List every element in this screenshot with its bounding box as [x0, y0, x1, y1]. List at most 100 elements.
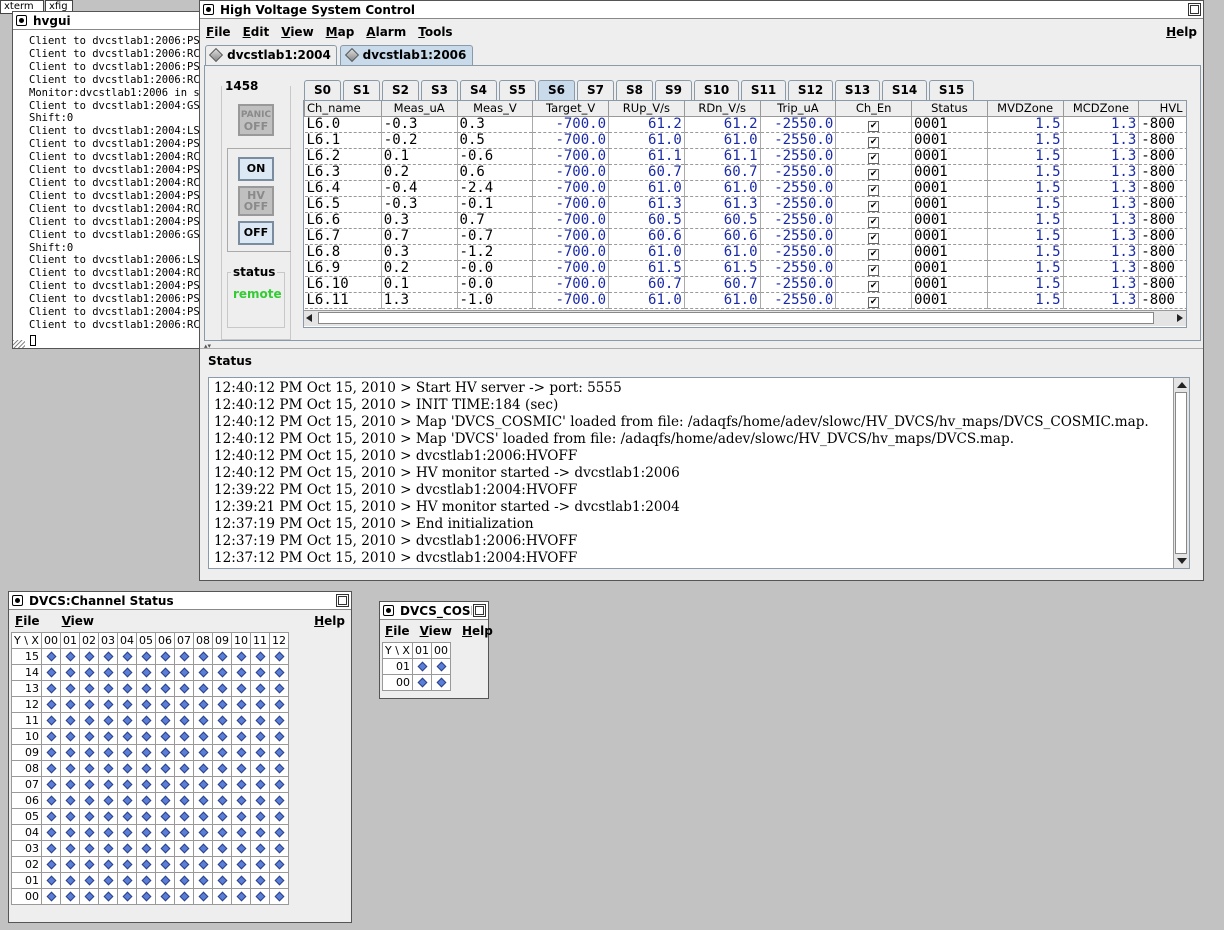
hv-off-button[interactable]: HV OFF — [238, 186, 274, 216]
checkbox-icon[interactable]: ✔ — [868, 120, 880, 131]
channel-cell[interactable] — [212, 872, 232, 889]
table-cell[interactable]: L6.10 — [304, 276, 382, 293]
table-cell[interactable]: 1.3 — [1063, 244, 1140, 261]
column-header[interactable]: Ch_En — [835, 101, 913, 117]
table-cell[interactable]: 61.1 — [684, 148, 761, 165]
table-cell[interactable]: 61.0 — [608, 244, 685, 261]
channel-cell[interactable] — [269, 728, 289, 745]
table-cell[interactable]: 1.3 — [1063, 292, 1140, 309]
channel-cell[interactable] — [41, 680, 61, 697]
table-cell[interactable]: 1.5 — [987, 132, 1064, 149]
channel-cell[interactable] — [98, 680, 118, 697]
scroll-down-icon[interactable] — [1177, 558, 1187, 564]
checkbox-icon[interactable]: ✔ — [868, 280, 880, 291]
split-arrows-icon[interactable]: ▴▾ — [204, 342, 211, 350]
checkbox-icon[interactable]: ✔ — [868, 152, 880, 163]
channel-cell[interactable] — [193, 760, 213, 777]
menu-tools[interactable]: Tools — [418, 25, 452, 39]
channel-cell[interactable] — [174, 680, 194, 697]
tab-slot-s0[interactable]: S0 — [304, 80, 341, 100]
channel-cell[interactable] — [250, 856, 270, 873]
table-cell[interactable]: 0.7 — [457, 212, 534, 229]
channel-cell[interactable] — [212, 792, 232, 809]
channel-enable-checkbox[interactable]: ✔ — [835, 164, 913, 181]
tab-host-2006[interactable]: dvcstlab1:2006 — [340, 45, 473, 65]
table-cell[interactable]: L6.6 — [304, 212, 382, 229]
channel-cell[interactable] — [136, 792, 156, 809]
tab-slot-s10[interactable]: S10 — [694, 80, 739, 100]
channel-cell[interactable] — [136, 872, 156, 889]
channel-cell[interactable] — [269, 712, 289, 729]
menu-help[interactable]: Help — [314, 614, 345, 628]
channel-cell[interactable] — [136, 856, 156, 873]
hscroll-thumb[interactable] — [318, 312, 1154, 324]
table-cell[interactable]: -800 — [1138, 276, 1186, 293]
table-row[interactable]: L6.4 -0.4 -2.4 -700.0 61.0 61.0 -2550.0 ✔ 0001 1.… — [304, 180, 1186, 197]
channel-cell[interactable] — [98, 696, 118, 713]
table-cell[interactable]: 1.5 — [987, 292, 1064, 309]
channel-cell[interactable] — [174, 648, 194, 665]
window-menu-icon[interactable] — [203, 4, 214, 15]
table-cell[interactable]: 1.5 — [987, 276, 1064, 293]
channel-cell[interactable] — [193, 792, 213, 809]
channel-enable-checkbox[interactable]: ✔ — [835, 228, 913, 245]
channel-cell[interactable] — [250, 680, 270, 697]
table-cell[interactable]: 0.1 — [381, 148, 458, 165]
channel-cell[interactable] — [117, 808, 137, 825]
channel-cell[interactable] — [231, 680, 251, 697]
table-cell[interactable]: 0.1 — [381, 276, 458, 293]
channel-cell[interactable] — [231, 792, 251, 809]
tab-slot-s3[interactable]: S3 — [421, 80, 458, 100]
channel-cell[interactable] — [117, 744, 137, 761]
channel-enable-checkbox[interactable]: ✔ — [835, 132, 913, 149]
channel-cell[interactable] — [41, 872, 61, 889]
channel-cell[interactable] — [155, 744, 175, 761]
channel-cell[interactable] — [79, 664, 99, 681]
menu-file[interactable]: File — [385, 624, 410, 638]
channel-cell[interactable] — [231, 888, 251, 905]
channel-cell[interactable] — [269, 648, 289, 665]
panic-off-button[interactable]: PANIC OFF — [238, 104, 274, 136]
channel-cell[interactable] — [193, 664, 213, 681]
channel-cell[interactable] — [79, 680, 99, 697]
table-cell[interactable]: 1.3 — [1063, 148, 1140, 165]
table-row[interactable]: L6.1 -0.2 0.5 -700.0 61.0 61.0 -2550.0 ✔ 0001 1.5… — [304, 132, 1186, 149]
table-cell[interactable]: 0001 — [911, 260, 988, 277]
channel-cell[interactable] — [155, 760, 175, 777]
channel-cell[interactable] — [79, 872, 99, 889]
table-cell[interactable]: -700.0 — [532, 276, 610, 293]
table-cell[interactable]: 1.3 — [1063, 276, 1140, 293]
table-cell[interactable]: 0.5 — [457, 132, 534, 149]
channel-cell[interactable] — [269, 744, 289, 761]
table-cell[interactable]: 61.0 — [608, 180, 685, 197]
table-cell[interactable]: 0001 — [911, 244, 988, 261]
channel-cell[interactable] — [250, 760, 270, 777]
table-cell[interactable]: L6.5 — [304, 196, 382, 213]
hvgui-title-bar[interactable]: hvgui — [13, 12, 199, 30]
channel-cell[interactable] — [136, 824, 156, 841]
tab-slot-s15[interactable]: S15 — [929, 80, 974, 100]
table-row[interactable]: L6.3 0.2 0.6 -700.0 60.7 60.7 -2550.0 ✔ 0001 1.5 1… — [304, 164, 1186, 181]
menu-file[interactable]: File — [206, 25, 231, 39]
tab-host-2004[interactable]: dvcstlab1:2004 — [205, 45, 337, 65]
channel-cell[interactable] — [98, 712, 118, 729]
channel-cell[interactable] — [117, 664, 137, 681]
table-cell[interactable]: 60.5 — [684, 212, 761, 229]
channel-cell[interactable] — [155, 824, 175, 841]
table-cell[interactable]: -2550.0 — [760, 180, 837, 197]
table-cell[interactable]: 61.0 — [684, 180, 761, 197]
checkbox-icon[interactable]: ✔ — [868, 216, 880, 227]
table-cell[interactable]: 0.3 — [381, 212, 458, 229]
table-cell[interactable]: -800 — [1138, 292, 1186, 309]
tab-slot-s13[interactable]: S13 — [835, 80, 880, 100]
channel-cell[interactable] — [79, 648, 99, 665]
channel-cell[interactable] — [41, 808, 61, 825]
table-cell[interactable]: 0.3 — [381, 244, 458, 261]
channel-cell[interactable] — [269, 792, 289, 809]
column-header[interactable]: Target_V — [532, 101, 610, 117]
column-header[interactable]: RDn_V/s — [683, 101, 761, 117]
channel-cell[interactable] — [60, 680, 80, 697]
column-header[interactable]: HVL — [1138, 101, 1186, 117]
table-cell[interactable]: -2550.0 — [760, 292, 837, 309]
channel-cell[interactable] — [136, 744, 156, 761]
